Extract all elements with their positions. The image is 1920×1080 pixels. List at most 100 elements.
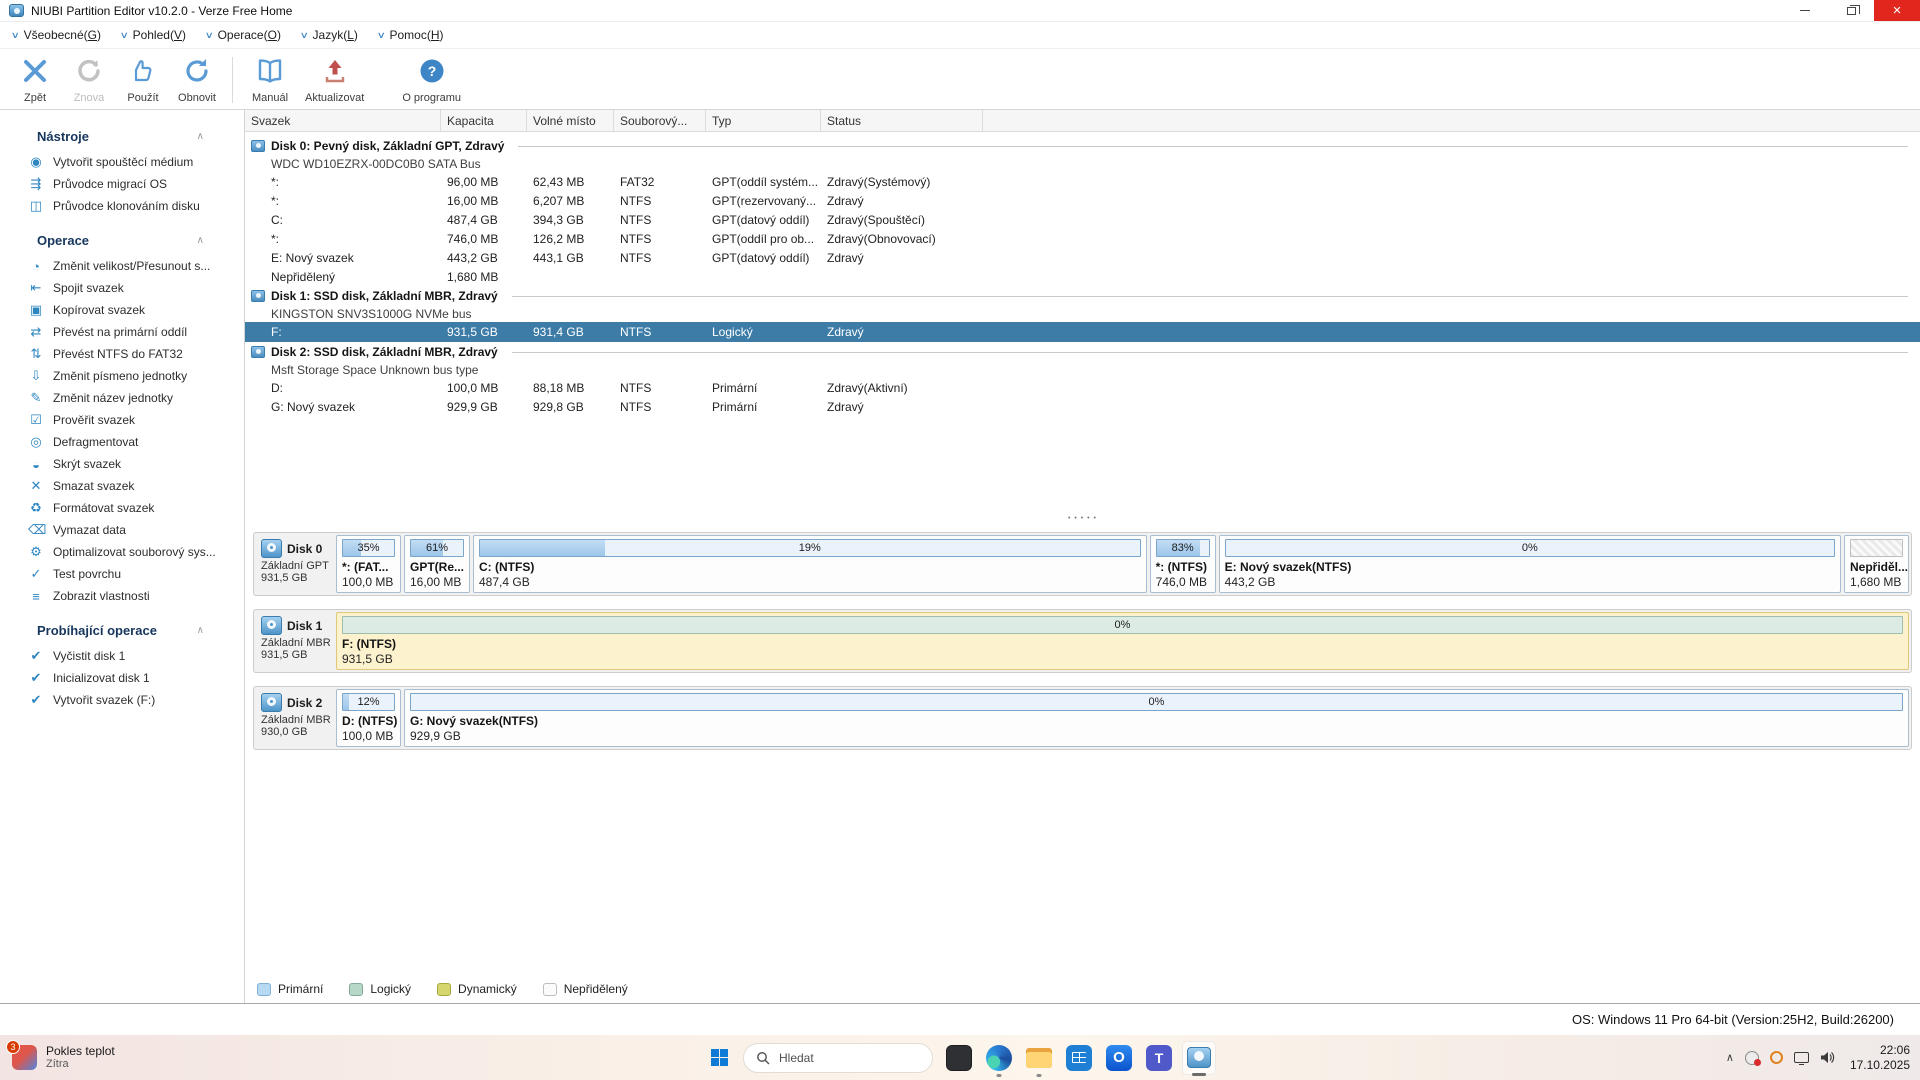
volume-row[interactable]: G: Nový svazek929,9 GB929,8 GBNTFSPrimár… [245,397,1920,416]
disk-group-title: Disk 1: SSD disk, Základní MBR, Zdravý [271,289,498,303]
taskbar-app-file-explorer[interactable] [1022,1041,1056,1075]
volume-cell: GPT(datový oddíl) [706,213,821,227]
menu-item-O[interactable]: ∨Operace(O) [198,24,293,46]
sidebar-item-label: Vymazat data [53,523,126,537]
taskbar-app-edge[interactable] [982,1041,1016,1075]
splitter-handle[interactable] [245,512,1920,524]
taskbar-app-teams[interactable]: T [1142,1041,1176,1075]
sidebar-item-os-migration[interactable]: ⇶Průvodce migrací OS [0,173,244,195]
volume-row[interactable]: *:746,0 MB126,2 MBNTFSGPT(oddíl pro ob..… [245,229,1920,248]
sidebar-item-drive-letter[interactable]: ⇩Změnit písmeno jednotky [0,365,244,387]
taskbar-search[interactable]: Hledat [743,1043,933,1073]
start-button[interactable] [704,1043,734,1073]
tray-update-icon[interactable] [1770,1051,1783,1064]
close-button[interactable]: × [1874,0,1920,21]
sidebar-item-resize-move[interactable]: ◔Změnit velikost/Přesunout s... [0,255,244,277]
sidebar-item-check-done[interactable]: ✔Vytvořit svazek (F:) [0,689,244,711]
disk-group-header[interactable]: Disk 2: SSD disk, Základní MBR, Zdravý [245,342,1920,362]
sidebar-item-format-volume[interactable]: ♻Formátovat svazek [0,497,244,519]
taskbar-app-app-dark[interactable] [942,1041,976,1075]
restore-button[interactable] [1828,0,1874,21]
minimize-button[interactable] [1782,0,1828,21]
sidebar-item-boot-media[interactable]: ◉Vytvořit spouštěcí médium [0,151,244,173]
column-header[interactable]: Kapacita [441,110,527,131]
sidebar-item-hide-volume[interactable]: ◒Skrýt svazek [0,453,244,475]
sidebar-item-wipe-data[interactable]: ⌫Vymazat data [0,519,244,541]
volume-row[interactable]: E: Nový svazek443,2 GB443,1 GBNTFSGPT(da… [245,248,1920,267]
sidebar-item-label: Průvodce migrací OS [53,177,167,191]
taskbar-app-niubi[interactable] [1182,1041,1216,1075]
about-button[interactable]: ?O programu [394,56,469,104]
volume-table-header: SvazekKapacitaVolné místoSouborový...Typ… [245,110,1920,132]
volume-row[interactable]: D:100,0 MB88,18 MBNTFSPrimárníZdravý(Akt… [245,378,1920,397]
disk-group-header[interactable]: Disk 1: SSD disk, Základní MBR, Zdravý [245,286,1920,306]
sidebar-item-rename-volume[interactable]: ✎Změnit název jednotky [0,387,244,409]
partition-block[interactable]: 0%F: (NTFS)931,5 GB [336,612,1909,670]
sidebar-item-defragment[interactable]: ◎Defragmentovat [0,431,244,453]
menu-item-L[interactable]: ∨Jazyk(L) [293,24,370,46]
column-header[interactable]: Svazek [245,110,441,131]
volume-row[interactable]: Nepřidělený1,680 MB [245,267,1920,286]
partition-block[interactable]: 0%G: Nový svazek(NTFS)929,9 GB [404,689,1909,747]
taskbar-weather-widget[interactable]: 3 Pokles teplot Zítra [12,1044,115,1071]
column-header[interactable]: Typ [706,110,821,131]
partition-block[interactable]: 12%D: (NTFS)100,0 MB [336,689,401,747]
sidebar-item-copy-volume[interactable]: ▣Kopírovat svazek [0,299,244,321]
taskbar-app-outlook[interactable]: O [1102,1041,1136,1075]
tray-display-icon[interactable] [1794,1052,1809,1063]
sidebar-item-disk-clone[interactable]: ◫Průvodce klonováním disku [0,195,244,217]
chevron-up-icon[interactable]: ∧ [197,235,204,246]
sidebar-section-header[interactable]: Probíhající operace∧ [0,616,244,645]
usage-bar: 12% [342,693,395,711]
sidebar-item-optimize-fs[interactable]: ⚙Optimalizovat souborový sys... [0,541,244,563]
undo-button[interactable]: Zpět [8,56,62,104]
disk-size: 931,5 GB [261,572,334,584]
tray-alert-icon[interactable] [1745,1051,1759,1065]
refresh-button[interactable]: Obnovit [170,56,224,104]
manual-button[interactable]: Manuál [243,56,297,104]
partition-block[interactable]: 0%E: Nový svazek(NTFS)443,2 GB [1219,535,1841,593]
column-header[interactable]: Volné místo [527,110,614,131]
sidebar-item-check-done[interactable]: ✔Inicializovat disk 1 [0,667,244,689]
tray-chevron-up-icon[interactable]: ∧ [1726,1051,1734,1064]
sidebar-section-header[interactable]: Nástroje∧ [0,122,244,151]
volume-row[interactable]: *:96,00 MB62,43 MBFAT32GPT(oddíl systém.… [245,172,1920,191]
taskbar-clock[interactable]: 22:06 17.10.2025 [1850,1043,1910,1073]
check-volume-icon: ☑ [28,412,44,428]
volume-icon[interactable] [1820,1051,1835,1064]
volume-row[interactable]: C:487,4 GB394,3 GBNTFSGPT(datový oddíl)Z… [245,210,1920,229]
column-header[interactable]: Souborový... [614,110,706,131]
taskbar-app-store[interactable] [1062,1041,1096,1075]
menu-item-label: Operace(O) [218,28,281,42]
volume-cell: GPT(oddíl pro ob... [706,232,821,246]
volume-cell: Zdravý [821,325,983,339]
sidebar-item-merge-volume[interactable]: ⇤Spojit svazek [0,277,244,299]
disk-group-header[interactable]: Disk 0: Pevný disk, Základní GPT, Zdravý [245,136,1920,156]
sidebar-item-properties[interactable]: ≡Zobrazit vlastnosti [0,585,244,607]
menu-item-G[interactable]: ∨Všeobecné(G) [4,24,113,46]
update-button[interactable]: Aktualizovat [297,56,372,104]
menu-item-V[interactable]: ∨Pohled(V) [113,24,198,46]
chevron-up-icon[interactable]: ∧ [197,625,204,636]
volume-cell: C: [245,213,441,227]
menu-item-H[interactable]: ∨Pomoc(H) [370,24,456,46]
partition-block[interactable]: Nepřiděl...1,680 MB [1844,535,1909,593]
chevron-up-icon[interactable]: ∧ [197,131,204,142]
volume-row[interactable]: *:16,00 MB6,207 MBNTFSGPT(rezervovaný...… [245,191,1920,210]
sidebar-item-convert-primary[interactable]: ⇄Převést na primární oddíl [0,321,244,343]
sidebar-item-convert-fs[interactable]: ⇅Převést NTFS do FAT32 [0,343,244,365]
sidebar-item-delete-volume[interactable]: ✕Smazat svazek [0,475,244,497]
sidebar-item-surface-test[interactable]: ✓Test povrchu [0,563,244,585]
apply-button[interactable]: Použít [116,56,170,104]
volume-row[interactable]: F:931,5 GB931,4 GBNTFSLogickýZdravý [245,322,1920,342]
column-header[interactable]: Status [821,110,983,131]
partition-block[interactable]: 19%C: (NTFS)487,4 GB [473,535,1147,593]
partition-block[interactable]: 61%GPT(Re...16,00 MB [404,535,470,593]
partition-name: D: (NTFS) [342,714,395,728]
sidebar-item-check-done[interactable]: ✔Vyčistit disk 1 [0,645,244,667]
sidebar-item-check-volume[interactable]: ☑Prověřit svazek [0,409,244,431]
partition-block[interactable]: 35%*: (FAT...100,0 MB [336,535,401,593]
sidebar-section-header[interactable]: Operace∧ [0,226,244,255]
partition-block[interactable]: 83%*: (NTFS)746,0 MB [1150,535,1216,593]
redo-button[interactable]: Znova [62,56,116,104]
